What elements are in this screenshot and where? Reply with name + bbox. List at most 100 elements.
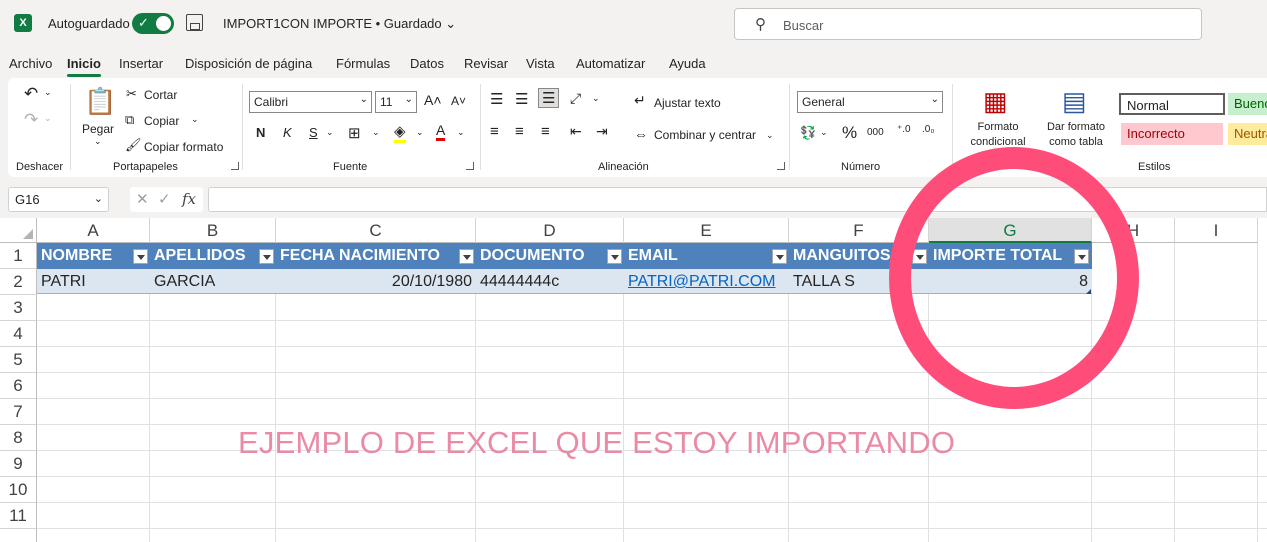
table-cell[interactable]: 20/10/1980 (276, 269, 476, 294)
chevron-down-icon[interactable]: ⌄ (416, 127, 424, 138)
table-cell[interactable]: PATRI (37, 269, 150, 294)
underline-button[interactable]: S (309, 125, 318, 140)
alignment-launcher[interactable] (777, 162, 785, 170)
font-size-select[interactable]: 11 ⌄ (375, 91, 417, 113)
copy-icon[interactable]: ⧉ (125, 112, 134, 128)
email-link[interactable]: PATRI@PATRI.COM (628, 273, 776, 290)
conditional-format-icon[interactable]: ▦ (983, 86, 1008, 117)
tab-formulas[interactable]: Fórmulas (336, 56, 390, 71)
column-header-a[interactable]: A (37, 218, 150, 243)
filter-dropdown-icon[interactable] (772, 249, 787, 264)
currency-icon[interactable]: 💱 (800, 125, 816, 141)
column-header-b[interactable]: B (150, 218, 276, 243)
shrink-font-icon[interactable]: A˅ (451, 94, 466, 108)
cut-icon[interactable]: ✂ (126, 86, 137, 102)
grow-font-icon[interactable]: A˄ (424, 92, 442, 108)
style-bad[interactable]: Incorrecto (1121, 123, 1223, 145)
align-middle-icon[interactable]: ☰ (515, 90, 528, 108)
filter-dropdown-icon[interactable] (607, 249, 622, 264)
bold-button[interactable]: N (256, 125, 265, 140)
increase-indent-icon[interactable]: ⇥ (596, 123, 608, 140)
column-header-d[interactable]: D (476, 218, 624, 243)
align-center-icon[interactable]: ≡ (515, 123, 524, 140)
column-header-c[interactable]: C (276, 218, 476, 243)
thousands-icon[interactable]: 000 (867, 127, 884, 138)
align-top-icon[interactable]: ☰ (490, 90, 503, 108)
excel-icon[interactable]: X (14, 14, 32, 32)
merge-center-button[interactable]: Combinar y centrar (654, 128, 756, 142)
tab-archivo[interactable]: Archivo (9, 56, 52, 71)
row-header-6[interactable]: 6 (0, 373, 37, 399)
paste-button[interactable]: Pegar (82, 122, 114, 136)
format-painter-icon[interactable]: 🖌 (125, 137, 142, 153)
row-header-5[interactable]: 5 (0, 347, 37, 373)
conditional-format-button[interactable]: Formato condicional (963, 120, 1033, 150)
merge-center-icon[interactable]: ⇔ (634, 126, 648, 142)
row-header-9[interactable]: 9 (0, 451, 37, 477)
style-neutral[interactable]: Neutral (1228, 123, 1267, 145)
percent-icon[interactable]: % (842, 123, 857, 143)
table-header-cell[interactable]: APELLIDOS (150, 243, 276, 269)
table-cell[interactable]: 44444444c (476, 269, 624, 294)
table-header-cell[interactable]: DOCUMENTO (476, 243, 624, 269)
cut-button[interactable]: Cortar (144, 88, 177, 102)
select-all-button[interactable] (0, 218, 37, 243)
row-header-4[interactable]: 4 (0, 321, 37, 347)
save-icon[interactable] (186, 14, 203, 31)
tab-disposicion[interactable]: Disposición de página (185, 56, 312, 71)
tab-datos[interactable]: Datos (410, 56, 444, 71)
column-header-i[interactable]: I (1175, 218, 1258, 243)
row-header-12[interactable] (0, 529, 37, 542)
table-header-cell[interactable]: FECHA NACIMIENTO (276, 243, 476, 269)
align-left-icon[interactable]: ≡ (490, 123, 499, 140)
style-good[interactable]: Bueno (1228, 93, 1267, 115)
tab-ayuda[interactable]: Ayuda (669, 56, 706, 71)
style-normal[interactable]: Normal (1119, 93, 1225, 115)
chevron-down-icon[interactable]: ⌄ (191, 114, 199, 125)
italic-button[interactable]: K (283, 125, 292, 140)
row-header-8[interactable]: 8 (0, 425, 37, 451)
align-right-icon[interactable]: ≡ (541, 123, 550, 140)
fill-color-icon[interactable]: ◈ (394, 122, 406, 143)
tab-insertar[interactable]: Insertar (119, 56, 163, 71)
clipboard-launcher[interactable] (231, 162, 239, 170)
chevron-down-icon[interactable]: ⌄ (766, 130, 774, 141)
table-cell[interactable]: PATRI@PATRI.COM (624, 269, 789, 294)
filter-dropdown-icon[interactable] (133, 249, 148, 264)
table-cell[interactable]: GARCIA (150, 269, 276, 294)
redo-icon[interactable]: ↷ (24, 110, 38, 130)
chevron-down-icon[interactable]: ⌄ (592, 93, 600, 104)
column-header-e[interactable]: E (624, 218, 789, 243)
tab-vista[interactable]: Vista (526, 56, 555, 71)
chevron-down-icon[interactable]: ⌄ (44, 87, 52, 98)
font-color-icon[interactable]: A (436, 122, 446, 141)
format-as-table-button[interactable]: Dar formato como tabla (1038, 120, 1114, 150)
decrease-decimal-icon[interactable]: .0₀ (922, 124, 935, 135)
enter-icon[interactable]: ✓ (158, 190, 171, 208)
filter-dropdown-icon[interactable] (259, 249, 274, 264)
document-title[interactable]: IMPORT1CON IMPORTE • Guardado ⌄ (223, 16, 456, 32)
row-header-2[interactable]: 2 (0, 269, 37, 295)
font-launcher[interactable] (466, 162, 474, 170)
row-header-1[interactable]: 1 (0, 243, 37, 269)
filter-dropdown-icon[interactable] (459, 249, 474, 264)
row-header-7[interactable]: 7 (0, 399, 37, 425)
chevron-down-icon[interactable]: ⌄ (326, 127, 334, 138)
wrap-text-button[interactable]: Ajustar texto (654, 96, 721, 110)
tab-inicio[interactable]: Inicio (67, 56, 101, 77)
row-header-11[interactable]: 11 (0, 503, 37, 529)
autosave-toggle[interactable]: ✓ (132, 13, 174, 34)
search-input[interactable]: ⚲ Buscar (734, 8, 1202, 40)
name-box[interactable]: G16 ⌄ (8, 187, 109, 212)
number-format-select[interactable]: General ⌄ (797, 91, 943, 113)
format-as-table-icon[interactable]: ▤ (1062, 86, 1087, 117)
chevron-down-icon[interactable]: ⌄ (94, 136, 102, 147)
increase-decimal-icon[interactable]: ⁺.0 (897, 124, 911, 135)
align-bottom-icon[interactable]: ☰ (538, 88, 560, 108)
table-header-cell[interactable]: EMAIL (624, 243, 789, 269)
chevron-down-icon[interactable]: ⌄ (820, 127, 828, 138)
borders-icon[interactable]: ⊞ (348, 124, 361, 142)
cancel-icon[interactable]: ✕ (136, 190, 149, 208)
wrap-text-icon[interactable]: ↵ (634, 92, 646, 109)
row-header-3[interactable]: 3 (0, 295, 37, 321)
